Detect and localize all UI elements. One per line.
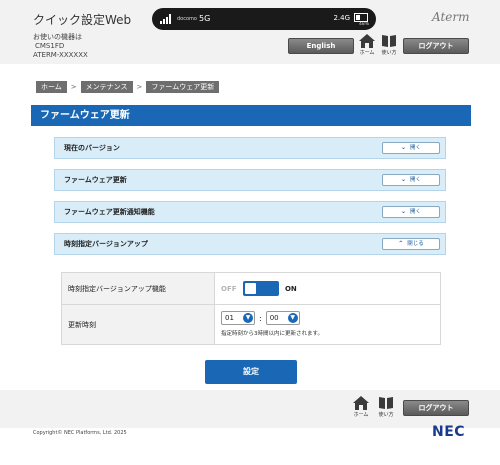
hour-select[interactable]: 01 ▼ <box>221 311 255 325</box>
table-row: 更新時刻 01 ▼ : 00 ▼ 指定時刻から3時間以内に更新されます。 <box>61 304 441 345</box>
footer-help-label: 使い方 <box>378 412 394 418</box>
aterm-logo: Aterm <box>432 10 470 24</box>
accordion-current-version[interactable]: 現在のバージョン ⌄ 開く <box>54 137 446 159</box>
breadcrumb: ホーム > メンテナンス > ファームウェア更新 <box>36 81 220 93</box>
chevron-down-icon: ▼ <box>243 313 253 323</box>
network-type: 5G <box>199 14 211 23</box>
accordion-label: 時刻指定バージョンアップ <box>64 240 148 248</box>
hour-value: 01 <box>225 314 234 322</box>
scheduled-update-settings: 時刻指定バージョンアップ機能 OFF ON 更新時刻 01 ▼ : 00 ▼ 指定時… <box>61 272 441 345</box>
breadcrumb-current: ファームウェア更新 <box>146 81 220 93</box>
function-value: OFF ON <box>214 272 441 305</box>
time-note: 指定時刻から3時間以内に更新されます。 <box>221 331 323 337</box>
wifi-band: 2.4G <box>333 14 350 22</box>
accordion-label: 現在のバージョン <box>64 144 120 152</box>
chevron-down-icon: ⌄ <box>400 176 406 183</box>
close-button-label: 閉じる <box>407 241 424 247</box>
save-button[interactable]: 設定 <box>205 360 297 384</box>
open-button[interactable]: ⌄ 開く <box>382 142 440 154</box>
toggle-knob <box>244 283 256 294</box>
breadcrumb-maintenance[interactable]: メンテナンス <box>80 81 133 93</box>
header: クイック設定Web お使いの機器は CMS1FD ATERM-XXXXXX do… <box>0 0 500 64</box>
english-button[interactable]: English <box>288 38 354 54</box>
open-button-label: 開く <box>410 145 422 151</box>
footer-logout-button[interactable]: ログアウト <box>403 400 469 416</box>
function-label: 時刻指定バージョンアップ機能 <box>61 272 215 305</box>
table-row: 時刻指定バージョンアップ機能 OFF ON <box>61 272 441 305</box>
chevron-up-icon: ⌃ <box>398 240 404 247</box>
breadcrumb-separator: > <box>70 83 77 91</box>
footer-home-label: ホーム <box>353 412 369 418</box>
breadcrumb-home[interactable]: ホーム <box>36 81 67 93</box>
battery-icon <box>354 13 368 22</box>
device-label: お使いの機器は CMS1FD ATERM-XXXXXX <box>33 33 88 60</box>
help-nav[interactable]: 使い方 <box>379 34 399 56</box>
open-button[interactable]: ⌄ 開く <box>382 174 440 186</box>
nec-logo: NEC <box>432 424 466 440</box>
device-model: CMS1FD <box>35 42 65 50</box>
accordion-label: ファームウェア更新 <box>64 176 127 184</box>
accordion-label: ファームウェア更新通知機能 <box>64 208 155 216</box>
battery-level: 48% <box>358 22 369 27</box>
accordion-update-notification[interactable]: ファームウェア更新通知機能 ⌄ 開く <box>54 201 446 223</box>
breadcrumb-separator: > <box>136 83 143 91</box>
book-icon <box>379 397 393 409</box>
home-nav[interactable]: ホーム <box>357 34 377 56</box>
accordion-scheduled-update[interactable]: 時刻指定バージョンアップ ⌃ 閉じる <box>54 233 446 255</box>
open-button-label: 開く <box>410 209 422 215</box>
signal-strength-icon <box>160 14 172 24</box>
footer: ホーム 使い方 ログアウト Copyright© NEC Platforms, … <box>0 390 500 465</box>
copyright: Copyright© NEC Platforms, Ltd. 2025 <box>33 430 127 436</box>
minute-value: 00 <box>269 314 279 322</box>
time-value: 01 ▼ : 00 ▼ 指定時刻から3時間以内に更新されます。 <box>214 304 441 345</box>
footer-home-nav[interactable]: ホーム <box>351 396 371 418</box>
time-label: 更新時刻 <box>61 304 215 345</box>
time-colon: : <box>259 313 262 323</box>
chevron-down-icon: ▼ <box>287 313 298 323</box>
open-button-label: 開く <box>410 177 422 183</box>
home-icon <box>359 34 375 48</box>
footer-help-nav[interactable]: 使い方 <box>376 396 396 418</box>
chevron-down-icon: ⌄ <box>400 144 406 151</box>
help-label: 使い方 <box>381 50 397 56</box>
home-icon <box>353 396 369 410</box>
time-picker: 01 ▼ : 00 ▼ <box>221 311 300 325</box>
toggle-on-label: ON <box>284 284 297 293</box>
book-icon <box>382 35 396 47</box>
app-title: クイック設定Web <box>33 13 132 27</box>
status-panel: docomo 5G 2.4G 48% <box>152 8 376 30</box>
device-label-line: お使いの機器は <box>33 33 82 41</box>
page-title: ファームウェア更新 <box>31 105 471 126</box>
accordion-firmware-update[interactable]: ファームウェア更新 ⌄ 開く <box>54 169 446 191</box>
open-button[interactable]: ⌄ 開く <box>382 206 440 218</box>
footer-bar: ホーム 使い方 ログアウト <box>0 390 500 428</box>
home-label: ホーム <box>359 50 375 56</box>
minute-select[interactable]: 00 ▼ <box>265 311 300 325</box>
scheduled-update-toggle[interactable] <box>242 281 279 296</box>
chevron-down-icon: ⌄ <box>400 208 406 215</box>
carrier-name: docomo <box>177 16 197 22</box>
device-id: ATERM-XXXXXX <box>33 51 88 59</box>
toggle-off-label: OFF <box>221 284 237 293</box>
logout-button[interactable]: ログアウト <box>403 38 469 54</box>
close-button[interactable]: ⌃ 閉じる <box>382 238 440 250</box>
